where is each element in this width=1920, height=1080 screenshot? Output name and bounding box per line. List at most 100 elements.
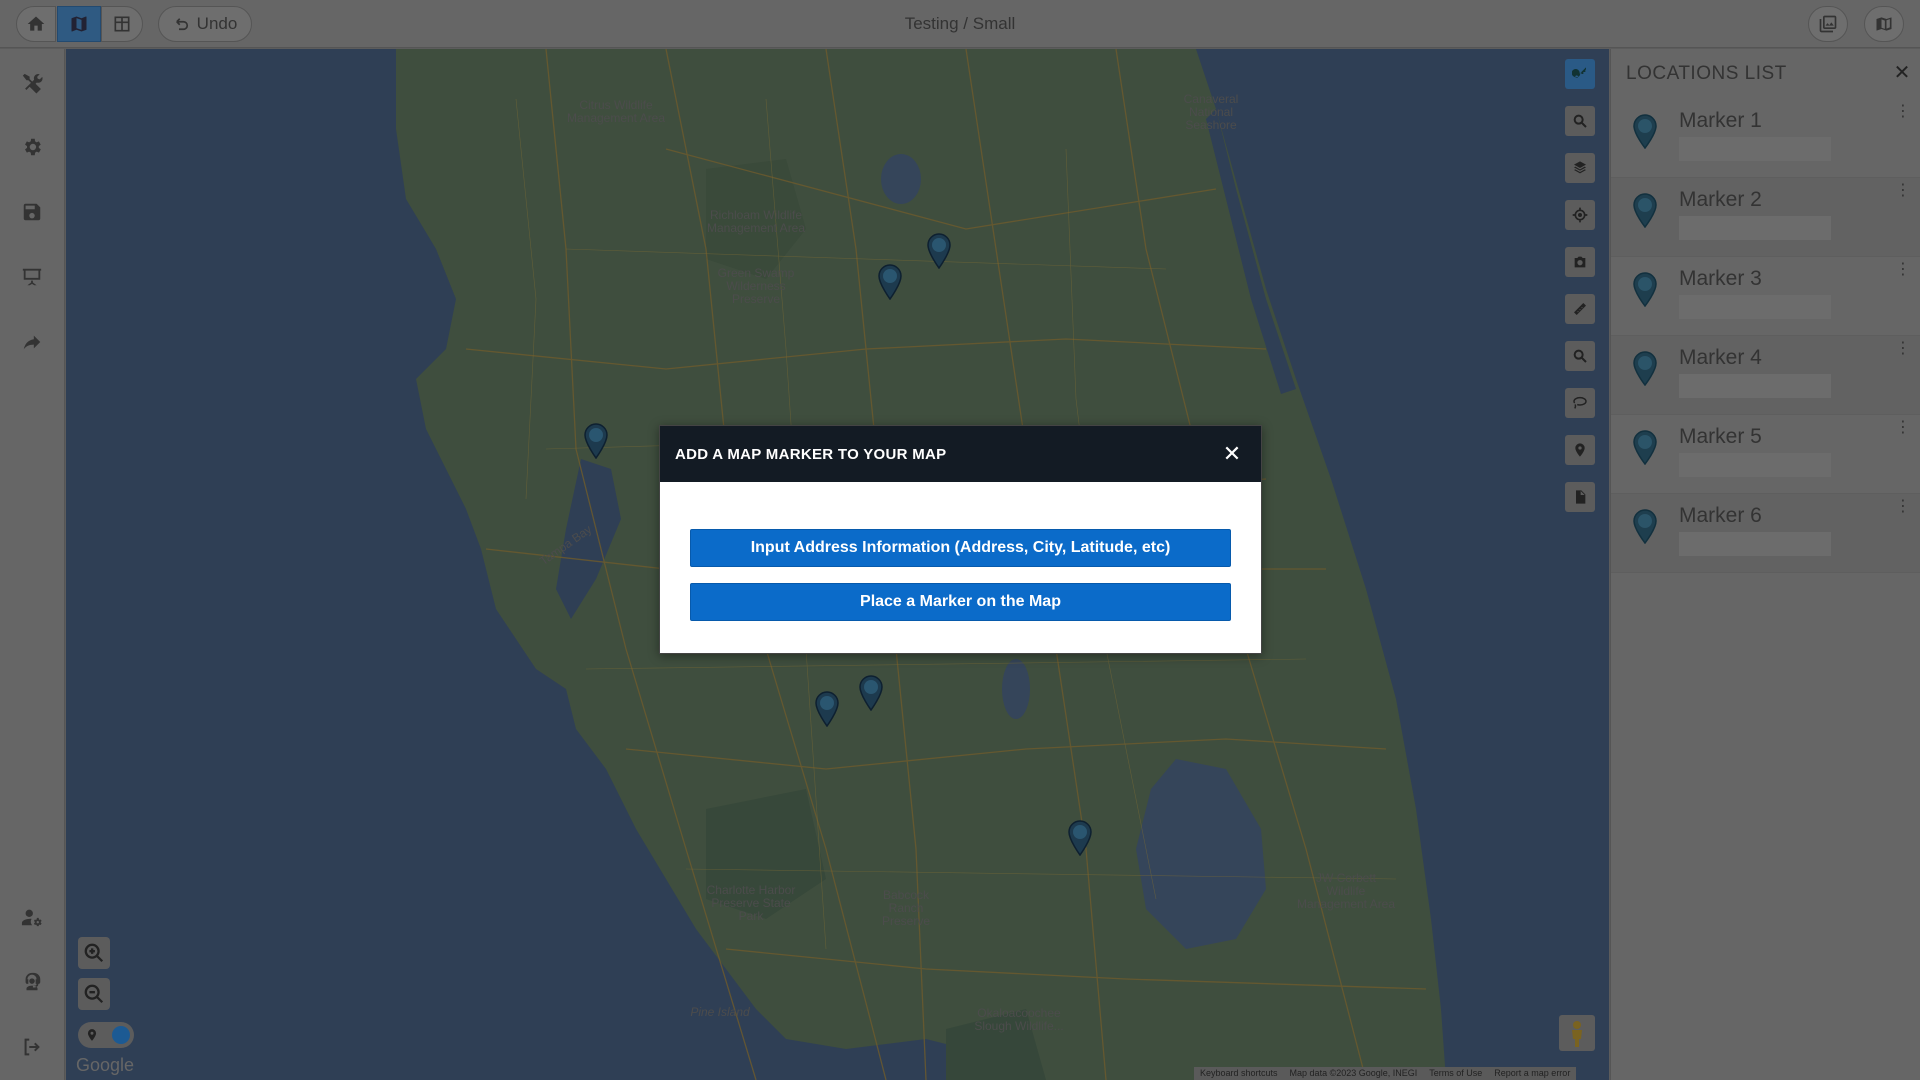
- more-vert-icon[interactable]: ⋮: [1895, 499, 1911, 524]
- pin-icon: [87, 1029, 97, 1041]
- map-label-charlotte-harbor: Charlotte Harbor Preserve State Park: [706, 883, 796, 923]
- lasso-tool-button[interactable]: [1565, 388, 1595, 418]
- toggle-knob: [112, 1026, 130, 1044]
- layers-tool-button[interactable]: [1565, 153, 1595, 183]
- location-item[interactable]: Marker 6 ⋮: [1611, 494, 1920, 573]
- locate-tool-button[interactable]: [1565, 200, 1595, 230]
- location-name: Marker 2: [1679, 188, 1762, 211]
- more-vert-icon[interactable]: ⋮: [1895, 262, 1911, 287]
- tools-icon[interactable]: [18, 69, 46, 97]
- document-tool-button[interactable]: [1565, 482, 1595, 512]
- close-icon[interactable]: ✕: [1893, 63, 1911, 83]
- location-address-field: [1679, 216, 1831, 240]
- map-label-pine-island: Pine Island: [690, 1005, 750, 1019]
- keyboard-shortcuts-link[interactable]: Keyboard shortcuts: [1200, 1068, 1278, 1079]
- search-icon: [1573, 114, 1587, 128]
- map-label-jw-corbett: JW Corbett Wildlife Management Area: [1296, 871, 1396, 911]
- more-vert-icon[interactable]: ⋮: [1895, 420, 1911, 445]
- map-label-citrus: Citrus Wildlife Management Area: [566, 98, 666, 125]
- map-label-okaloacoochee: Okaloacoochee Slough Wildlife...: [974, 1006, 1064, 1033]
- support-agent-icon[interactable]: [18, 968, 46, 996]
- locations-panel: LOCATIONS LIST ✕ Marker 1 ⋮ Marker 2 ⋮ M…: [1610, 49, 1920, 1080]
- map-settings-button[interactable]: [1864, 6, 1904, 42]
- location-address-field: [1679, 137, 1831, 161]
- camera-tool-button[interactable]: [1565, 247, 1595, 277]
- top-bar: Undo Testing / Small: [0, 0, 1920, 48]
- marker-pin-icon: [1633, 193, 1657, 228]
- location-item[interactable]: Marker 5 ⋮: [1611, 415, 1920, 494]
- search-tool-button[interactable]: [1565, 106, 1595, 136]
- dialog-title: ADD A MAP MARKER TO YOUR MAP: [675, 446, 947, 463]
- map-label-green-swamp: Green Swamp Wilderness Preserve: [717, 266, 795, 306]
- share-icon[interactable]: [18, 328, 46, 356]
- ruler-tool-button[interactable]: [1565, 294, 1595, 324]
- location-item[interactable]: Marker 2 ⋮: [1611, 178, 1920, 257]
- location-name: Marker 3: [1679, 267, 1762, 290]
- google-logo: Google: [76, 1055, 135, 1075]
- map-marker-icon[interactable]: [815, 691, 839, 727]
- map-marker-icon[interactable]: [878, 264, 902, 300]
- image-gallery-icon: [1819, 15, 1837, 33]
- user-settings-icon[interactable]: [18, 903, 46, 931]
- image-gallery-button[interactable]: [1808, 6, 1848, 42]
- page-title: Testing / Small: [904, 14, 1016, 33]
- input-address-button[interactable]: Input Address Information (Address, City…: [690, 529, 1231, 567]
- zoom-tool-button[interactable]: [1565, 341, 1595, 371]
- location-address-field: [1679, 295, 1831, 319]
- save-icon[interactable]: [18, 198, 46, 226]
- logout-icon[interactable]: [18, 1033, 46, 1061]
- location-address-field: [1679, 453, 1831, 477]
- gear-icon[interactable]: [18, 133, 46, 161]
- zoom-out-icon: [84, 984, 104, 1004]
- lasso-icon: [1573, 396, 1587, 409]
- close-icon[interactable]: ✕: [1220, 442, 1244, 466]
- layers-icon: [1574, 161, 1586, 174]
- marker-pin-icon: [1633, 430, 1657, 465]
- location-item[interactable]: Marker 4 ⋮: [1611, 336, 1920, 415]
- more-vert-icon[interactable]: ⋮: [1895, 341, 1911, 366]
- left-sidebar: [0, 49, 65, 1080]
- map-data-credit: Map data ©2023 Google, INEGI: [1289, 1068, 1418, 1078]
- marker-pin-icon: [1633, 114, 1657, 149]
- terms-of-use-link[interactable]: Terms of Use: [1429, 1068, 1482, 1079]
- location-item[interactable]: Marker 3 ⋮: [1611, 257, 1920, 336]
- location-address-field: [1679, 374, 1831, 398]
- key-icon: [1572, 67, 1586, 78]
- street-view-pegman-icon[interactable]: [1559, 1015, 1595, 1051]
- more-vert-icon[interactable]: ⋮: [1895, 183, 1911, 208]
- zoom-in-icon: [84, 943, 104, 963]
- magnifier-icon: [1573, 349, 1587, 363]
- marker-pin-icon: [1633, 351, 1657, 386]
- marker-pin-icon: [1633, 509, 1657, 544]
- dialog-header: ADD A MAP MARKER TO YOUR MAP ✕: [660, 426, 1261, 482]
- location-name: Marker 6: [1679, 504, 1762, 527]
- locations-panel-title: LOCATIONS LIST: [1626, 63, 1787, 84]
- place-marker-button[interactable]: Place a Marker on the Map: [690, 583, 1231, 621]
- location-name: Marker 4: [1679, 346, 1762, 369]
- map-pin-icon: [1876, 17, 1892, 31]
- map-label-richloam: Richloam Wildlife Management Area: [706, 208, 806, 235]
- zoom-in-button[interactable]: [78, 937, 110, 969]
- map-label-babcock: Babcock Ranch Preserve: [881, 888, 931, 928]
- map-marker-icon[interactable]: [859, 675, 883, 711]
- camera-icon: [1574, 256, 1586, 268]
- document-icon: [1576, 490, 1586, 504]
- presentation-icon[interactable]: [18, 263, 46, 291]
- key-tool-button[interactable]: [1565, 59, 1595, 89]
- map-label-canaveral: Canaveral National Seashore: [1183, 92, 1239, 132]
- marker-pin-icon: [1633, 272, 1657, 307]
- pin-tool-button[interactable]: [1565, 435, 1595, 465]
- report-map-error-link[interactable]: Report a map error: [1494, 1068, 1570, 1079]
- ruler-icon: [1574, 303, 1586, 315]
- zoom-out-button[interactable]: [78, 978, 110, 1010]
- add-marker-dialog: ADD A MAP MARKER TO YOUR MAP ✕ Input Add…: [659, 425, 1262, 654]
- more-vert-icon[interactable]: ⋮: [1895, 104, 1911, 129]
- map-marker-icon[interactable]: [584, 423, 608, 459]
- location-item[interactable]: Marker 1 ⋮: [1611, 99, 1920, 178]
- map-attribution: Keyboard shortcuts Map data ©2023 Google…: [1194, 1067, 1577, 1080]
- map-marker-icon[interactable]: [1068, 820, 1092, 856]
- map-marker-icon[interactable]: [927, 233, 951, 269]
- marker-visibility-toggle[interactable]: [78, 1022, 134, 1048]
- location-address-field: [1679, 532, 1831, 556]
- location-name: Marker 1: [1679, 109, 1762, 132]
